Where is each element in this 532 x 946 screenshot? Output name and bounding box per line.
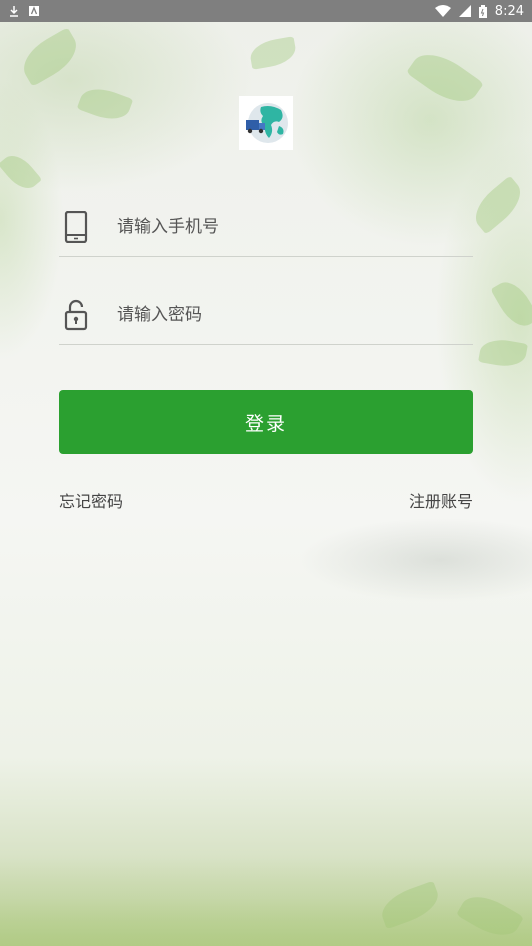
- forgot-password-link[interactable]: 忘记密码: [59, 488, 123, 512]
- password-input[interactable]: [117, 295, 473, 335]
- register-link[interactable]: 注册账号: [409, 488, 473, 512]
- phone-input[interactable]: [117, 207, 473, 247]
- notification-icon: [28, 5, 40, 17]
- app-logo: [239, 96, 293, 150]
- phone-field: [59, 198, 473, 257]
- login-button[interactable]: 登录: [59, 390, 473, 454]
- download-icon: [8, 5, 20, 17]
- globe-truck-logo-icon: [246, 103, 288, 143]
- phone-icon: [61, 210, 91, 244]
- status-bar: 8:24: [0, 0, 532, 22]
- wifi-icon: [434, 5, 451, 17]
- password-field: [59, 286, 473, 345]
- status-time: 8:24: [494, 3, 524, 19]
- signal-icon: [458, 5, 471, 17]
- battery-icon: [478, 5, 487, 18]
- lock-icon: [61, 298, 91, 332]
